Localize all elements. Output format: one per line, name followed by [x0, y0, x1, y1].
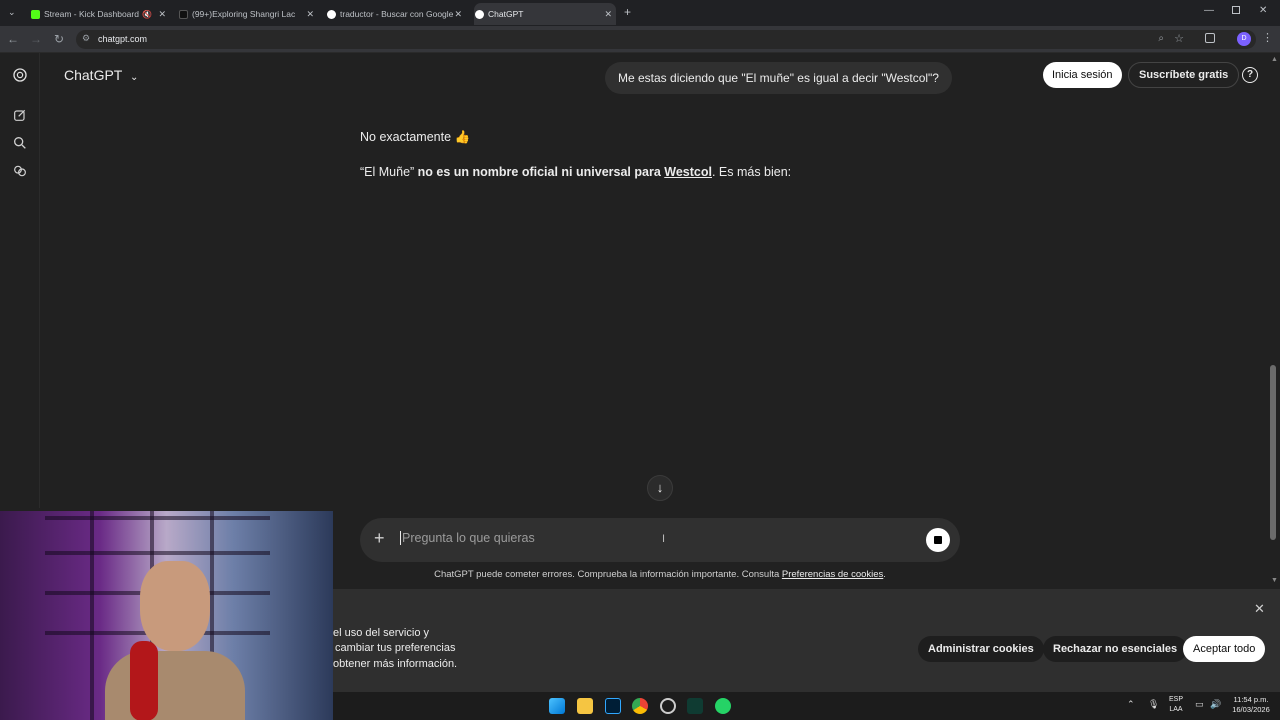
stop-generating-button[interactable]: [926, 528, 950, 552]
lang-code: ESP: [1168, 696, 1183, 703]
whatsapp-icon[interactable]: [715, 698, 731, 714]
manage-cookies-button[interactable]: Administrar cookies: [918, 636, 1044, 662]
reject-nonessential-button[interactable]: Rechazar no esenciales: [1043, 636, 1188, 662]
network-icon[interactable]: ▭: [1195, 699, 1204, 710]
photoshop-icon[interactable]: [605, 698, 621, 714]
response-bold-text: no es un nombre oficial ni universal par…: [417, 165, 665, 179]
speaker-icon[interactable]: 🔊: [1210, 699, 1221, 710]
login-button[interactable]: Inicia sesión: [1043, 62, 1122, 88]
kick-icon: [31, 9, 40, 19]
cookie-text-line: obtener más información.: [333, 658, 458, 670]
chrome-icon[interactable]: [632, 698, 648, 714]
library-icon[interactable]: [12, 163, 28, 179]
minimize-icon[interactable]: —: [1204, 5, 1214, 16]
extensions-icon[interactable]: [1205, 33, 1215, 43]
url-text: chatgpt.com: [98, 34, 148, 44]
search-icon[interactable]: [12, 135, 28, 151]
maximize-icon[interactable]: [1232, 6, 1240, 14]
system-clock[interactable]: 11:54 p.m. 16/03/2026: [1226, 695, 1276, 715]
response-text: “El Muñe”: [360, 165, 418, 179]
user-message-bubble: Me estas diciendo que "El muñe" es igual…: [605, 62, 952, 94]
attach-plus-icon[interactable]: +: [374, 528, 385, 549]
file-explorer-icon[interactable]: [577, 698, 593, 714]
scroll-up-icon[interactable]: ▲: [1271, 56, 1278, 63]
reload-icon[interactable]: ↻: [52, 32, 66, 46]
browser-tab-strip: ⌄ Stream - Kick Dashboard 🔇 ✕ (99+)Explo…: [0, 0, 1280, 26]
disclaimer-text: ChatGPT puede cometer errores. Comprueba…: [434, 569, 782, 580]
tab-search-icon[interactable]: ⌄: [8, 7, 16, 18]
browser-menu-icon[interactable]: ⋮: [1262, 31, 1273, 44]
stop-icon: [934, 536, 942, 544]
microphone: [130, 641, 158, 720]
composer: + Pregunta lo que quieras I: [360, 518, 960, 562]
chevron-down-icon: ⌄: [130, 72, 139, 83]
obs-icon[interactable]: [660, 698, 676, 714]
profile-avatar[interactable]: D: [1237, 32, 1251, 46]
arrow-down-icon: ↓: [656, 480, 664, 495]
lang-layout: LAA: [1169, 706, 1183, 713]
signup-button[interactable]: Suscríbete gratis: [1128, 62, 1240, 88]
disclaimer-end: .: [883, 569, 886, 580]
google-icon: [327, 9, 336, 19]
close-tab-icon[interactable]: ✕: [306, 9, 314, 20]
cookie-text-line: cambiar tus preferencias: [335, 642, 456, 654]
windows-taskbar: ⌃ 🎙 ▭ 🔊: [333, 692, 1280, 720]
tab-title: traductor - Buscar con Google: [340, 9, 454, 19]
close-icon[interactable]: ✕: [1254, 601, 1265, 617]
help-icon[interactable]: ?: [1242, 67, 1258, 83]
close-tab-icon[interactable]: ✕: [158, 9, 166, 20]
streamer-head: [140, 561, 210, 651]
tab-title: (99+)Exploring Shangri Lac Aval: [192, 9, 296, 19]
streamer-body: [105, 651, 245, 720]
browser-toolbar: ← → ↻ ⚙ chatgpt.com ⌕ ☆ D ⋮: [0, 26, 1280, 53]
new-chat-icon[interactable]: [12, 107, 28, 123]
tab-title: ChatGPT: [488, 9, 524, 19]
back-icon[interactable]: ←: [6, 32, 20, 46]
forward-icon[interactable]: →: [29, 32, 43, 46]
tab-kick[interactable]: Stream - Kick Dashboard 🔇 ✕: [30, 3, 170, 25]
tab-title: Stream - Kick Dashboard: [44, 9, 139, 19]
tiktok-icon: [179, 9, 188, 19]
model-label: ChatGPT: [64, 67, 123, 83]
clock-time: 11:54 p.m.: [1233, 695, 1269, 704]
scrollbar-thumb[interactable]: [1270, 365, 1276, 540]
clock-date: 16/03/2026: [1232, 705, 1270, 714]
language-indicator[interactable]: ESP LAA: [1166, 695, 1186, 715]
mute-icon[interactable]: 🔇: [142, 10, 152, 19]
site-info-icon[interactable]: ⚙: [82, 33, 90, 44]
app-icon[interactable]: [687, 698, 703, 714]
tab-google[interactable]: traductor - Buscar con Google ✕: [326, 3, 466, 25]
openai-logo-icon[interactable]: [11, 66, 29, 84]
close-tab-icon[interactable]: ✕: [604, 9, 612, 20]
cookie-preferences-link[interactable]: Preferencias de cookies: [782, 569, 883, 580]
webcam-overlay: [0, 511, 333, 720]
text-cursor-icon: I: [662, 533, 666, 545]
response-line-1: No exactamente 👍: [360, 130, 471, 144]
response-text: . Es más bien:: [711, 165, 792, 179]
scroll-to-bottom-button[interactable]: ↓: [647, 475, 673, 501]
cookie-text-line: el uso del servicio y: [333, 627, 429, 639]
response-line-2: “El Muñe” no es un nombre oficial ni uni…: [360, 165, 791, 179]
tab-chatgpt[interactable]: ChatGPT ✕: [474, 3, 616, 25]
chatgpt-icon: [475, 9, 484, 19]
bookmark-star-icon[interactable]: ☆: [1174, 32, 1184, 45]
westcol-link[interactable]: Westcol: [664, 165, 712, 179]
close-tab-icon[interactable]: ✕: [454, 9, 462, 20]
zoom-icon[interactable]: ⌕: [1158, 33, 1164, 44]
microphone-icon[interactable]: 🎙: [1148, 699, 1159, 710]
chevron-up-icon[interactable]: ⌃: [1127, 699, 1135, 710]
new-tab-icon[interactable]: +: [624, 5, 631, 19]
sidebar-rail: [0, 53, 40, 508]
model-selector[interactable]: ChatGPT ⌄: [64, 67, 138, 83]
address-bar[interactable]: ⚙ chatgpt.com ⌕ ☆: [76, 30, 1256, 49]
windows-start-icon[interactable]: [549, 698, 565, 714]
accept-all-button[interactable]: Aceptar todo: [1183, 636, 1266, 662]
scroll-down-icon[interactable]: ▼: [1271, 577, 1278, 584]
window-close-icon[interactable]: ✕: [1259, 5, 1267, 16]
prompt-input[interactable]: Pregunta lo que quieras: [400, 531, 535, 545]
tab-tiktok[interactable]: (99+)Exploring Shangri Lac Aval ✕: [178, 3, 318, 25]
